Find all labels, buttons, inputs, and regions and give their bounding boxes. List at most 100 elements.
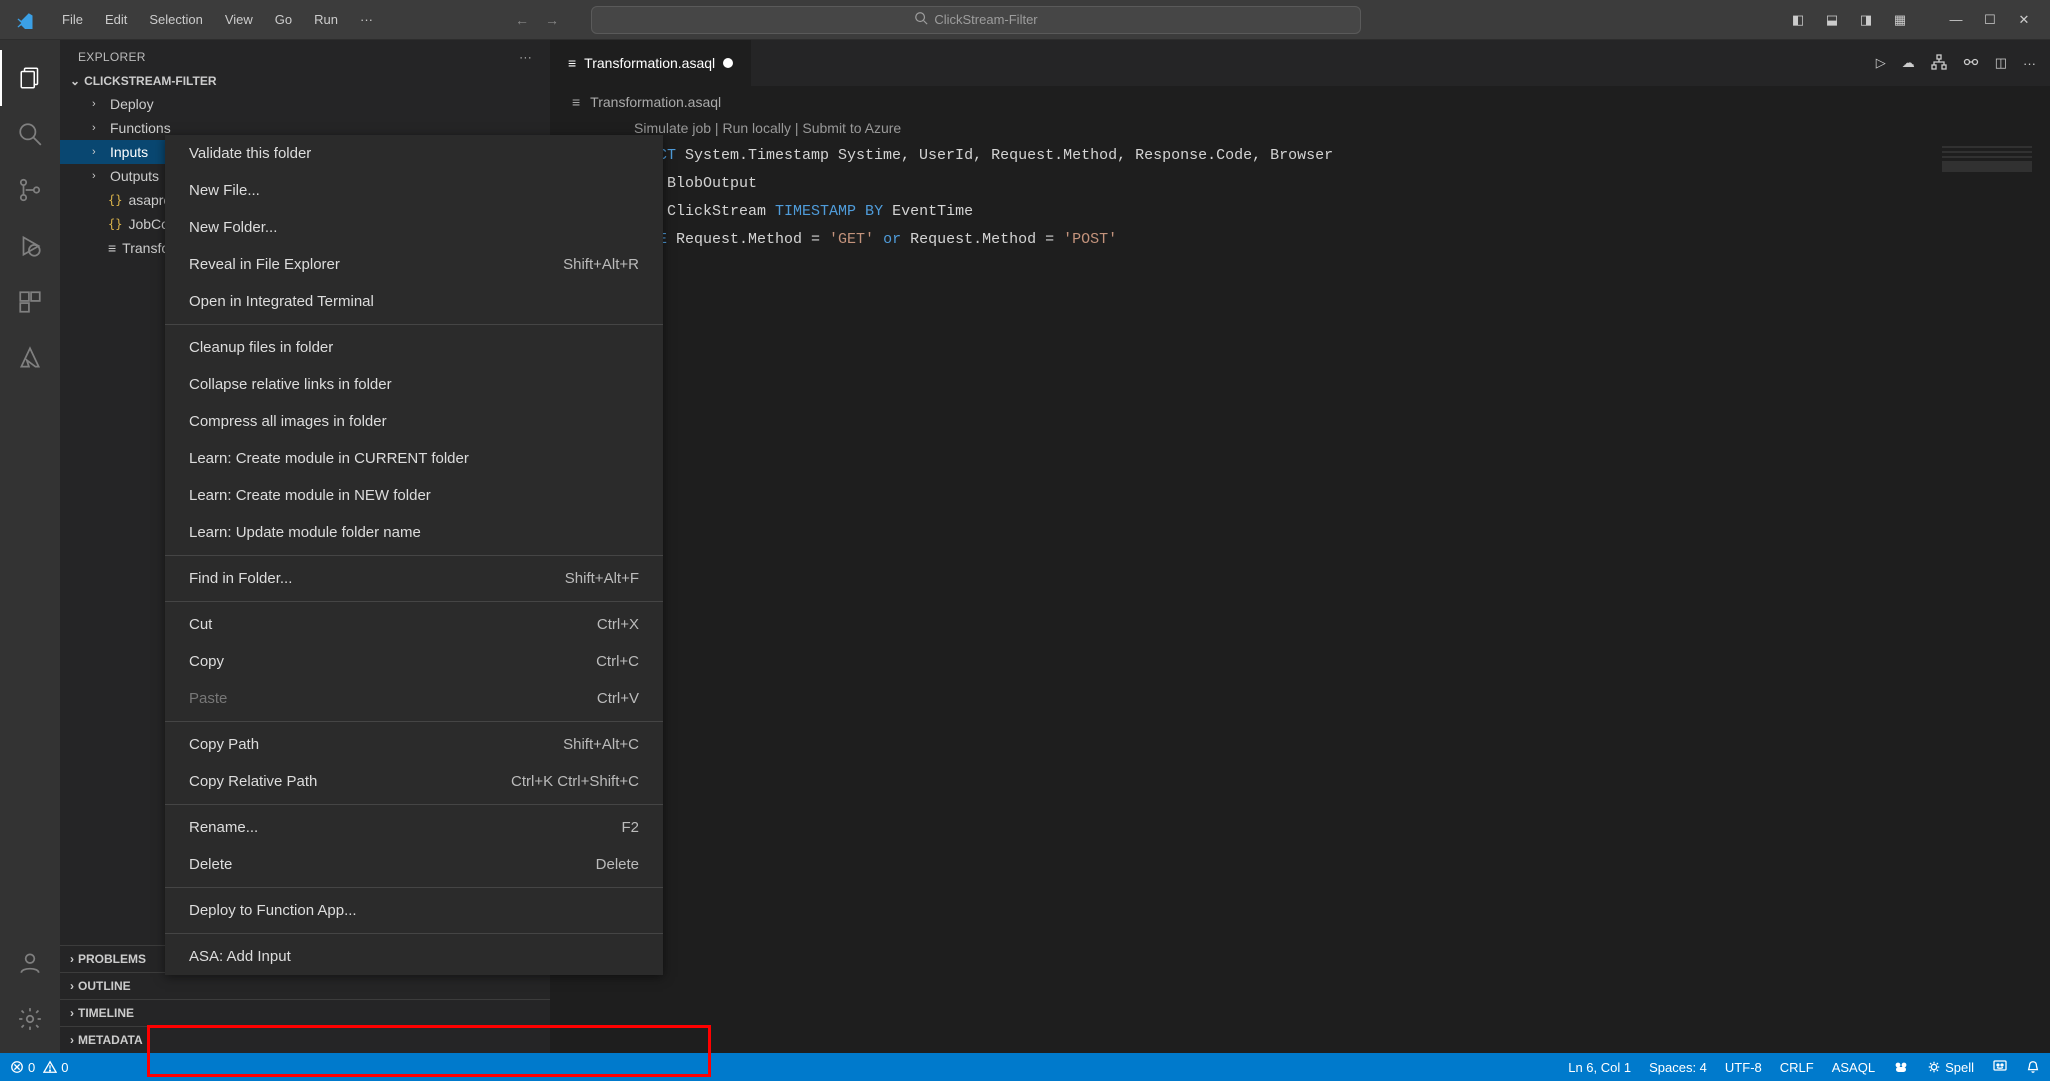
ctx-collapse-relative-links-in-folder[interactable]: Collapse relative links in folder: [165, 366, 663, 403]
codelens-simulate[interactable]: Simulate job: [634, 120, 711, 136]
file-icon: ≡: [568, 55, 576, 71]
chevron-right-icon: ›: [92, 98, 104, 110]
context-separator: [165, 601, 663, 602]
menu-go[interactable]: Go: [265, 6, 302, 33]
menu-run[interactable]: Run: [304, 6, 348, 33]
status-feedback-icon[interactable]: [1992, 1059, 2008, 1075]
nav-back-icon[interactable]: ←: [515, 12, 529, 28]
editor-more-icon[interactable]: ···: [2023, 56, 2036, 71]
context-separator: [165, 555, 663, 556]
status-bar: 0 0 Ln 6, Col 1 Spaces: 4 UTF-8 CRLF ASA…: [0, 1053, 2050, 1081]
ctx-copy-path[interactable]: Copy PathShift+Alt+C: [165, 726, 663, 763]
activity-explorer-icon[interactable]: [0, 50, 60, 106]
status-eol[interactable]: CRLF: [1780, 1060, 1814, 1075]
chevron-right-icon: ›: [70, 1033, 74, 1047]
activity-azure-icon[interactable]: [0, 330, 60, 386]
status-spaces[interactable]: Spaces: 4: [1649, 1060, 1707, 1075]
section-metadata[interactable]: ›METADATA: [60, 1026, 550, 1053]
tab-transformation[interactable]: ≡ Transformation.asaql: [550, 40, 752, 86]
activity-source-control-icon[interactable]: [0, 162, 60, 218]
menu-file[interactable]: File: [52, 6, 93, 33]
context-separator: [165, 721, 663, 722]
code-editor[interactable]: SELECT System.Timestamp Systime, UserId,…: [622, 142, 1333, 1053]
activity-settings-icon[interactable]: [0, 991, 60, 1047]
folder-section-header[interactable]: ⌄ CLICKSTREAM-FILTER: [60, 70, 550, 92]
ctx-learn-update-module-folder-name[interactable]: Learn: Update module folder name: [165, 514, 663, 551]
activity-extensions-icon[interactable]: [0, 274, 60, 330]
section-outline[interactable]: ›OUTLINE: [60, 972, 550, 999]
folder-deploy[interactable]: ›Deploy: [60, 92, 550, 116]
window-minimize-icon[interactable]: —: [1942, 6, 1970, 34]
breadcrumb-file: Transformation.asaql: [590, 94, 721, 110]
status-errors[interactable]: 0: [10, 1060, 35, 1075]
menu-bar: FileEditSelectionViewGoRun: [50, 6, 348, 33]
editor-cloud-icon[interactable]: ☁: [1902, 55, 1915, 71]
context-separator: [165, 804, 663, 805]
context-separator: [165, 933, 663, 934]
window-maximize-icon[interactable]: ☐: [1976, 6, 2004, 34]
menu-overflow-icon[interactable]: ···: [348, 6, 385, 33]
breadcrumb[interactable]: ≡ Transformation.asaql: [550, 86, 2050, 118]
explorer-more-icon[interactable]: ···: [519, 50, 532, 64]
ctx-reveal-in-file-explorer[interactable]: Reveal in File ExplorerShift+Alt+R: [165, 246, 663, 283]
tab-dirty-dot-icon: [723, 58, 733, 68]
codelens-submit[interactable]: Submit to Azure: [802, 120, 901, 136]
file-icon: ≡: [108, 240, 116, 256]
ctx-delete[interactable]: DeleteDelete: [165, 846, 663, 883]
chevron-right-icon: ›: [70, 1006, 74, 1020]
activity-run-debug-icon[interactable]: [0, 218, 60, 274]
ctx-cleanup-files-in-folder[interactable]: Cleanup files in folder: [165, 329, 663, 366]
layout-toggle-panel-icon[interactable]: ⬓: [1818, 6, 1846, 34]
menu-view[interactable]: View: [215, 6, 263, 33]
editor-split-icon[interactable]: ◫: [1995, 55, 2007, 71]
status-encoding[interactable]: UTF-8: [1725, 1060, 1762, 1075]
chevron-right-icon: ›: [92, 122, 104, 134]
window-close-icon[interactable]: ✕: [2010, 6, 2038, 34]
codelens-run[interactable]: Run locally: [722, 120, 790, 136]
editor-area: ≡ Transformation.asaql ▷ ☁ ◫ ··· ≡ Trans…: [550, 40, 2050, 1053]
status-language[interactable]: ASAQL: [1832, 1060, 1875, 1075]
menu-selection[interactable]: Selection: [139, 6, 212, 33]
section-timeline[interactable]: ›TIMELINE: [60, 999, 550, 1026]
status-spell[interactable]: Spell: [1927, 1060, 1974, 1075]
minimap[interactable]: [1942, 146, 2032, 172]
layout-customize-icon[interactable]: ▦: [1886, 6, 1914, 34]
command-center[interactable]: ClickStream-Filter: [591, 6, 1361, 34]
ctx-new-file[interactable]: New File...: [165, 172, 663, 209]
status-cursor[interactable]: Ln 6, Col 1: [1568, 1060, 1631, 1075]
activity-search-icon[interactable]: [0, 106, 60, 162]
ctx-cut[interactable]: CutCtrl+X: [165, 606, 663, 643]
menu-edit[interactable]: Edit: [95, 6, 137, 33]
ctx-find-in-folder[interactable]: Find in Folder...Shift+Alt+F: [165, 560, 663, 597]
context-separator: [165, 887, 663, 888]
folder-section-title: CLICKSTREAM-FILTER: [84, 74, 216, 88]
explorer-title: EXPLORER: [78, 50, 146, 64]
editor-hierarchy-icon[interactable]: [1931, 54, 1947, 73]
chevron-right-icon: ›: [92, 170, 104, 182]
editor-compare-icon[interactable]: [1963, 54, 1979, 73]
ctx-compress-all-images-in-folder[interactable]: Compress all images in folder: [165, 403, 663, 440]
ctx-learn-create-module-in-current-folder[interactable]: Learn: Create module in CURRENT folder: [165, 440, 663, 477]
context-menu: Validate this folderNew File...New Folde…: [165, 135, 663, 975]
activity-accounts-icon[interactable]: [0, 935, 60, 991]
ctx-open-in-integrated-terminal[interactable]: Open in Integrated Terminal: [165, 283, 663, 320]
ctx-copy-relative-path[interactable]: Copy Relative PathCtrl+K Ctrl+Shift+C: [165, 763, 663, 800]
status-bell-icon[interactable]: [2026, 1060, 2040, 1074]
nav-forward-icon[interactable]: →: [545, 12, 559, 28]
vscode-logo: [0, 11, 50, 29]
ctx-asa-add-input[interactable]: ASA: Add Input: [165, 938, 663, 975]
layout-toggle-sidebar-icon[interactable]: ◧: [1784, 6, 1812, 34]
ctx-validate-this-folder[interactable]: Validate this folder: [165, 135, 663, 172]
chevron-right-icon: ›: [92, 146, 104, 158]
status-warnings[interactable]: 0: [43, 1060, 68, 1075]
ctx-deploy-to-function-app[interactable]: Deploy to Function App...: [165, 892, 663, 929]
chevron-right-icon: ›: [70, 952, 74, 966]
ctx-copy[interactable]: CopyCtrl+C: [165, 643, 663, 680]
ctx-learn-create-module-in-new-folder[interactable]: Learn: Create module in NEW folder: [165, 477, 663, 514]
layout-toggle-sidebar-right-icon[interactable]: ◨: [1852, 6, 1880, 34]
status-copilot-icon[interactable]: [1893, 1059, 1909, 1075]
ctx-new-folder[interactable]: New Folder...: [165, 209, 663, 246]
ctx-rename[interactable]: Rename...F2: [165, 809, 663, 846]
command-center-text: ClickStream-Filter: [934, 12, 1037, 27]
editor-run-icon[interactable]: ▷: [1876, 55, 1886, 71]
